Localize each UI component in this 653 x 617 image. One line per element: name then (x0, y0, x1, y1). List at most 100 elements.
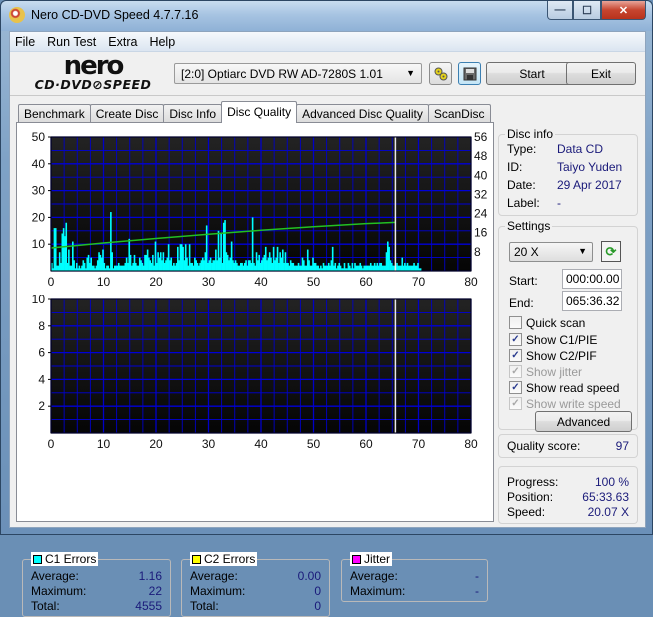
menu-bar: File Run Test Extra Help (10, 32, 645, 52)
tab-disc-quality[interactable]: Disc Quality (221, 101, 298, 123)
x-tick-label: 80 (464, 437, 478, 451)
exit-button[interactable]: Exit (566, 62, 636, 85)
y-tick-label: 50 (32, 130, 46, 144)
c1-errors-group: C1 Errors Average: 1.16 Maximum: 22 Total:… (22, 552, 171, 617)
show-write-speed-label: Show write speed (526, 396, 621, 411)
jitter-color-swatch (352, 554, 361, 564)
disc-quality-panel: 0 10 20 30 40 50 60 70 80 10 20 30 40 50 8 16 24 32 40 48 56… (16, 122, 494, 617)
quality-score-label: Quality score: (507, 439, 581, 453)
quality-score-group: Quality score: 97 (498, 434, 638, 458)
c2-total-row: Total: 0 (190, 599, 321, 614)
show-read-speed-checkbox[interactable]: ✓ Show read speed (509, 380, 619, 395)
advanced-button[interactable]: Advanced (535, 411, 632, 432)
refresh-icon: ⟳ (605, 243, 617, 259)
show-c1-pie-label: Show C1/PIE (526, 332, 598, 347)
start-button[interactable]: Start (486, 62, 578, 85)
menu-help[interactable]: Help (143, 35, 181, 49)
read-speed-value: 20 X (514, 245, 539, 259)
toolbar-separator (10, 95, 645, 96)
end-time-input[interactable]: 065:36.32 (562, 291, 622, 311)
maximize-icon: ☐ (582, 4, 592, 17)
jitter-maximum-label: Maximum: (350, 584, 406, 598)
checkbox-box[interactable] (509, 316, 522, 329)
speed-label: Speed: (507, 505, 546, 519)
checkmark-icon[interactable]: ✓ (509, 381, 522, 394)
menu-extra[interactable]: Extra (102, 35, 143, 49)
disc-label-value: - (557, 196, 561, 210)
c1-average-row: Average: 1.16 (31, 569, 162, 584)
close-button[interactable]: ✕ (601, 1, 646, 20)
drive-config-icon (434, 67, 447, 80)
window-title: Nero CD-DVD Speed 4.7.7.16 (31, 8, 199, 22)
y-tick-label: 2 (38, 399, 45, 413)
c1-maximum-value: 22 (148, 584, 162, 598)
quality-score-value: 97 (615, 439, 629, 453)
disc-id-label: ID: (507, 160, 523, 174)
x-tick-label: 40 (254, 275, 268, 289)
y-tick-label: 20 (32, 210, 46, 224)
jitter-title: Jitter (364, 552, 391, 566)
c1-maximum-label: Maximum: (31, 584, 87, 598)
disc-date-value: 29 Apr 2017 (557, 178, 622, 192)
title-bar[interactable]: Nero CD-DVD Speed 4.7.7.16 — ☐ ✕ (1, 1, 652, 31)
jitter-group: Jitter Average: - Maximum: - (341, 552, 488, 602)
tab-create-disc[interactable]: Create Disc (89, 104, 165, 123)
tab-bar: Benchmark Create Disc Disc Info Disc Qua… (18, 101, 491, 123)
x-tick-label: 10 (97, 275, 111, 289)
c2-average-label: Average: (190, 569, 238, 583)
c2-maximum-row: Maximum: 0 (190, 584, 321, 599)
c2-average-row: Average: 0.00 (190, 569, 321, 584)
checkmark-icon[interactable]: ✓ (509, 333, 522, 346)
tab-advanced-disc-quality[interactable]: Advanced Disc Quality (296, 104, 429, 123)
read-speed-select[interactable]: 20 X ▼ (509, 242, 593, 262)
tab-benchmark[interactable]: Benchmark (18, 104, 91, 123)
c1-chart-svg: 0 10 20 30 40 50 60 70 80 10 20 30 40 50 8 16 24 32 40 48 56 (32, 130, 488, 289)
c1-total-value: 4555 (135, 599, 162, 613)
settings-title: Settings (505, 219, 553, 233)
x-tick-label: 50 (307, 437, 321, 451)
disc-label-label: Label: (507, 196, 540, 210)
y-right-tick-label: 40 (474, 168, 488, 182)
start-time-input[interactable]: 000:00.00 (562, 269, 622, 289)
c1-color-swatch (33, 554, 42, 564)
progress-value: 100 % (594, 475, 629, 489)
drive-select[interactable]: [2:0] Optiarc DVD RW AD-7280S 1.01 ▼ (174, 63, 422, 84)
x-tick-label: 40 (254, 437, 268, 451)
disc-type-row: Type: Data CD (507, 142, 603, 156)
y-right-tick-label: 32 (474, 187, 488, 201)
end-time-label: End: (509, 296, 534, 310)
show-c2-pif-label: Show C2/PIF (526, 348, 597, 363)
maximize-button[interactable]: ☐ (573, 1, 601, 20)
show-c1-pie-checkbox[interactable]: ✓ Show C1/PIE (509, 332, 597, 347)
c2-color-swatch (192, 554, 201, 564)
quick-scan-label: Quick scan (526, 315, 586, 330)
disc-id-row: ID: Taiyo Yuden (507, 160, 622, 174)
save-button[interactable] (458, 62, 481, 85)
x-tick-label: 10 (97, 437, 111, 451)
tab-scandisc[interactable]: ScanDisc (427, 104, 491, 123)
menu-file[interactable]: File (10, 35, 41, 49)
minimize-button[interactable]: — (547, 1, 573, 20)
refresh-speed-button[interactable]: ⟳ (601, 241, 621, 262)
show-c2-pif-checkbox[interactable]: ✓ Show C2/PIF (509, 348, 597, 363)
tab-disc-info[interactable]: Disc Info (163, 104, 223, 123)
checkmark-icon[interactable]: ✓ (509, 349, 522, 362)
progress-label: Progress: (507, 475, 559, 489)
speed-value: 20.07 X (587, 505, 629, 519)
menu-run-test[interactable]: Run Test (41, 35, 102, 49)
disc-id-value: Taiyo Yuden (557, 160, 623, 174)
y-tick-label: 4 (38, 372, 45, 386)
quick-scan-checkbox[interactable]: Quick scan (509, 315, 585, 330)
c1-bar (251, 217, 254, 271)
show-read-speed-label: Show read speed (526, 380, 620, 395)
c1-average-label: Average: (31, 569, 79, 583)
show-jitter-checkbox: ✓ Show jitter (509, 364, 582, 379)
disc-info-title: Disc info (505, 127, 556, 141)
start-time-label: Start: (509, 274, 538, 288)
x-tick-label: 70 (412, 437, 426, 451)
y-tick-label: 40 (32, 157, 46, 171)
y-tick-label: 30 (32, 184, 46, 198)
close-icon: ✕ (618, 4, 629, 17)
drive-config-button[interactable] (429, 62, 452, 85)
jitter-average-value: - (475, 569, 479, 583)
